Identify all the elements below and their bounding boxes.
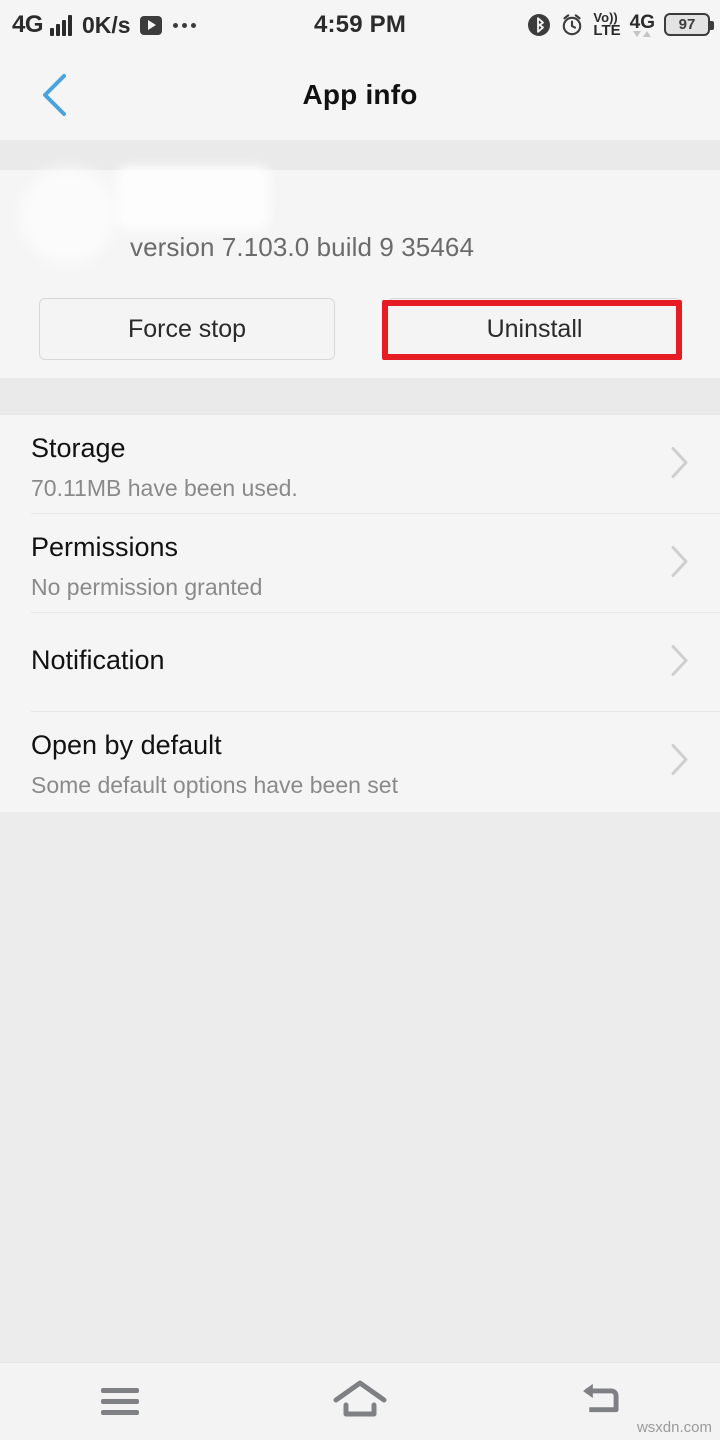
uninstall-button[interactable]: Uninstall [387, 298, 682, 360]
app-name-redacted [122, 172, 264, 224]
force-stop-button[interactable]: Force stop [39, 298, 335, 360]
section-spacer-top [0, 140, 720, 170]
network-type-right-label: 4G [629, 11, 655, 33]
list-item-subtitle: Some default options have been set [31, 772, 398, 798]
battery-level-label: 97 [678, 16, 696, 34]
alarm-clock-icon [560, 13, 584, 37]
list-item-title: Notification [31, 645, 165, 675]
action-buttons-row: Force stop Uninstall [0, 280, 720, 378]
status-bar: 4G 0K/s 4:59 PM Vo)) LTE 4G 97 [0, 0, 720, 50]
app-header: version 7.103.0 build 9 35464 [0, 170, 720, 280]
home-icon [332, 1378, 388, 1425]
app-info-screen: 4G 0K/s 4:59 PM Vo)) LTE 4G 97 App info … [0, 0, 720, 1440]
chevron-right-icon [670, 643, 690, 682]
section-spacer-middle [0, 378, 720, 415]
bluetooth-icon [527, 13, 551, 37]
empty-content-area [0, 812, 720, 1362]
app-version-label: version 7.103.0 build 9 35464 [130, 232, 475, 262]
menu-button[interactable] [0, 1363, 240, 1440]
data-transfer-arrows-icon [633, 30, 652, 37]
settings-list: Storage 70.11MB have been used. Permissi… [0, 415, 720, 812]
list-item-title: Storage [31, 433, 126, 463]
battery-icon: 97 [664, 13, 714, 37]
chevron-left-icon [36, 72, 72, 118]
volte-line-2: LTE [593, 22, 621, 40]
list-item-storage[interactable]: Storage 70.11MB have been used. [0, 415, 720, 514]
list-item-subtitle: No permission granted [31, 574, 263, 600]
chevron-right-icon [670, 445, 690, 484]
chevron-right-icon [670, 544, 690, 583]
list-item-notification[interactable]: Notification [0, 613, 720, 712]
back-arrow-icon [575, 1379, 625, 1424]
list-item-permissions[interactable]: Permissions No permission granted [0, 514, 720, 613]
list-item-title: Open by default [31, 730, 222, 760]
back-button[interactable] [22, 50, 86, 140]
status-bar-right: Vo)) LTE 4G 97 [527, 10, 714, 40]
home-button[interactable] [240, 1363, 480, 1440]
list-item-open-by-default[interactable]: Open by default Some default options hav… [0, 712, 720, 811]
menu-icon [101, 1382, 139, 1421]
volte-icon: Vo)) LTE [593, 10, 621, 40]
system-navigation-bar [0, 1362, 720, 1440]
site-watermark: wsxdn.com [636, 1419, 712, 1436]
mobile-data-indicator: 4G [630, 13, 655, 37]
list-item-subtitle: 70.11MB have been used. [31, 475, 298, 501]
chevron-right-icon [670, 742, 690, 781]
app-icon-redacted [30, 178, 106, 254]
list-item-title: Permissions [31, 532, 179, 562]
title-bar: App info [0, 50, 720, 140]
page-title: App info [302, 79, 418, 110]
